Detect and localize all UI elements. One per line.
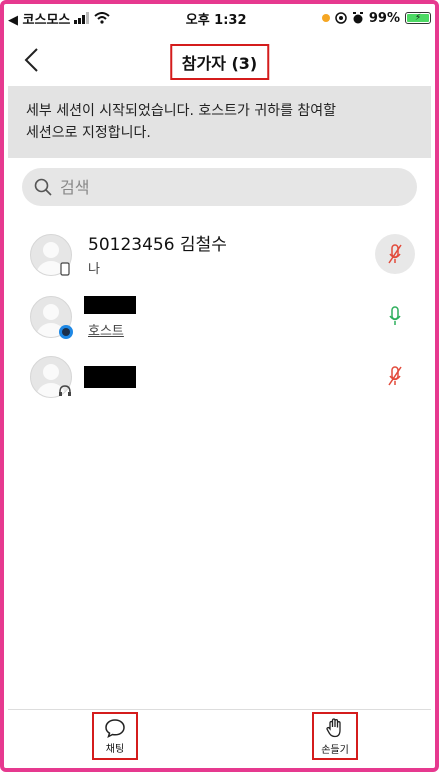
location-icon <box>335 12 347 24</box>
participant-row-self[interactable]: 50123456 김철수 나 <box>24 228 415 284</box>
status-bar: ◀ 코스모스 오후 1:32 99% ⚡ <box>8 6 431 30</box>
search-bar[interactable] <box>22 168 417 206</box>
battery-icon: ⚡ <box>405 12 431 24</box>
mic-muted-button[interactable] <box>375 234 415 274</box>
signal-icon <box>74 12 90 24</box>
redacted-name <box>84 296 136 314</box>
chat-label: 채팅 <box>105 743 125 755</box>
participant-row[interactable] <box>24 350 415 406</box>
recording-dot-icon <box>321 14 330 22</box>
raise-hand-label: 손들기 <box>321 744 349 756</box>
mic-icon <box>389 306 401 325</box>
mic-muted-icon <box>388 244 402 264</box>
host-badge-icon <box>59 325 73 339</box>
raise-hand-button[interactable]: 손들기 <box>312 712 358 760</box>
back-button[interactable] <box>20 46 44 74</box>
wifi-icon <box>94 12 111 24</box>
chat-button[interactable]: 채팅 <box>92 712 138 760</box>
headset-icon <box>59 385 71 396</box>
mic-muted-button[interactable] <box>375 356 415 396</box>
participant-row-host[interactable]: 호스트 <box>24 290 415 346</box>
redacted-name <box>84 366 136 388</box>
phone-device-icon <box>60 262 70 276</box>
page-title: 참가자 (3) <box>169 44 270 80</box>
chevron-left-icon <box>24 48 38 72</box>
alarm-icon <box>352 12 363 24</box>
search-input[interactable] <box>58 176 362 198</box>
status-right: 99% ⚡ <box>321 10 431 26</box>
participant-name: 50123456 김철수 <box>88 235 227 255</box>
search-icon <box>34 178 52 196</box>
header: 참가자 (3) <box>8 36 431 84</box>
hand-icon <box>326 717 341 737</box>
banner-line-1: 세부 세션이 시작되었습니다. 호스트가 귀하를 참여할 <box>26 103 337 119</box>
clock: 오후 1:32 <box>185 12 247 28</box>
mic-on-button[interactable] <box>375 296 415 336</box>
session-notice-banner: 세부 세션이 시작되었습니다. 호스트가 귀하를 참여할 세션으로 지정합니다. <box>8 86 431 158</box>
participant-role: 나 <box>88 262 100 277</box>
banner-line-2: 세션으로 지정합니다. <box>26 125 151 141</box>
mic-muted-icon <box>388 366 402 386</box>
carrier-label: ◀ 코스모스 <box>8 12 71 28</box>
chat-bubble-icon <box>105 718 125 738</box>
battery-percent: 99% <box>368 10 400 26</box>
participant-role: 호스트 <box>88 324 124 339</box>
status-left: ◀ 코스모스 <box>8 9 111 28</box>
bottom-toolbar: 채팅 손들기 <box>8 709 431 764</box>
